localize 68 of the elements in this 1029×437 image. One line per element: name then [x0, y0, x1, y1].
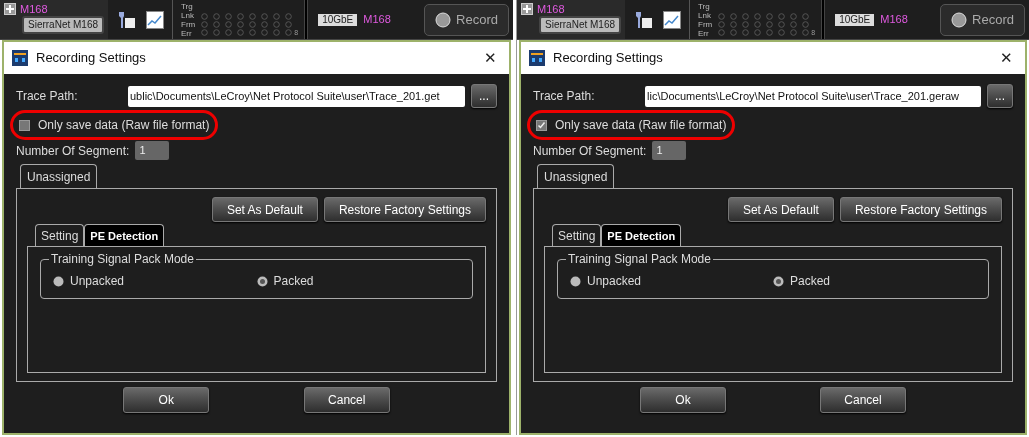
group-title: Training Signal Pack Mode — [566, 251, 713, 267]
port-label: M168 — [880, 12, 908, 28]
radio-button[interactable] — [256, 275, 268, 287]
radio-button[interactable] — [53, 275, 64, 287]
action-button[interactable]: Set As Default — [211, 197, 318, 222]
tab[interactable]: Unassigned — [20, 164, 98, 188]
action-button[interactable]: Restore Factory Settings — [839, 197, 1002, 222]
dialog-title: Recording Settings — [36, 49, 147, 68]
led-label: Lnk — [698, 10, 712, 20]
trace-path-field[interactable]: ublic\Documents\LeCroy\Net Protocol Suite\user\Trace_201.get — [128, 85, 465, 107]
field-label: Number Of Segment: — [533, 142, 647, 160]
tab[interactable]: PE Detection — [84, 224, 165, 246]
checkbox[interactable] — [536, 119, 547, 131]
tab[interactable]: Setting — [552, 224, 602, 246]
checkbox-label: Only save data (Raw file format) — [38, 117, 210, 134]
checkbox-label: Only save data (Raw file format) — [555, 117, 727, 134]
port-label: M168 — [363, 12, 391, 28]
add-button[interactable] — [4, 3, 16, 15]
dialog-button[interactable]: Cancel — [820, 387, 906, 413]
led-label: Trg — [698, 1, 710, 11]
close-button[interactable]: ✕ — [480, 46, 501, 70]
browse-button[interactable]: ... — [987, 84, 1013, 108]
segment-field[interactable]: 1 — [652, 141, 687, 160]
dialog-button[interactable]: Ok — [640, 387, 726, 413]
radio-label: Unpacked — [70, 273, 125, 290]
radio-label: Unpacked — [587, 273, 642, 290]
led-label: Lnk — [181, 10, 195, 20]
speed-label: 10GbE — [318, 13, 358, 26]
browse-button[interactable]: ... — [471, 84, 497, 108]
tab[interactable]: PE Detection — [601, 224, 682, 246]
dialog-button[interactable]: Ok — [123, 387, 210, 413]
record-button[interactable]: Record — [940, 3, 1025, 36]
dialog-button[interactable]: Cancel — [303, 387, 390, 413]
checkbox[interactable] — [19, 119, 30, 131]
chart-icon[interactable] — [146, 10, 165, 29]
record-icon — [951, 11, 968, 28]
record-button[interactable]: Record — [424, 3, 509, 36]
field-label: Trace Path: — [16, 88, 79, 105]
dialog-title: Recording Settings — [553, 49, 664, 68]
action-button[interactable]: Set As Default — [727, 197, 834, 222]
trace-path-field[interactable]: lic\Documents\LeCroy\Net Protocol Suite\user\Trace_201.geraw — [645, 85, 981, 107]
device-button[interactable]: SierraNet M168 — [539, 16, 622, 34]
add-button[interactable] — [521, 3, 533, 15]
led-label: Frm — [181, 19, 196, 29]
tab[interactable]: Setting — [35, 224, 85, 246]
action-button[interactable]: Restore Factory Settings — [323, 197, 486, 222]
speed-label: 10GbE — [835, 13, 875, 26]
device-button[interactable]: SierraNet M168 — [22, 16, 105, 34]
field-label: Number Of Segment: — [16, 142, 130, 160]
tab[interactable]: Unassigned — [537, 164, 615, 188]
radio-button[interactable] — [570, 275, 581, 287]
led-label: Err — [181, 28, 193, 38]
led-label: Frm — [698, 19, 713, 29]
radio-button[interactable] — [773, 275, 784, 287]
led-label: Err — [698, 28, 710, 38]
record-icon — [435, 11, 452, 28]
radio-label: Packed — [790, 273, 831, 290]
segment-field[interactable]: 1 — [135, 141, 170, 160]
chart-icon[interactable] — [663, 10, 682, 29]
led-label: Trg — [181, 1, 193, 11]
close-button[interactable]: ✕ — [996, 46, 1017, 70]
radio-label: Packed — [273, 273, 314, 290]
group-title: Training Signal Pack Mode — [49, 251, 196, 267]
app-icon — [529, 50, 545, 66]
field-label: Trace Path: — [533, 88, 596, 105]
device-label: M168 — [20, 3, 48, 15]
device-label: M168 — [537, 3, 565, 15]
app-icon — [12, 50, 28, 66]
